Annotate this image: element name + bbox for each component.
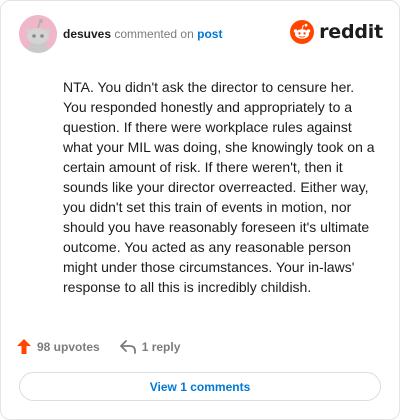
avatar[interactable] [19, 15, 57, 53]
username[interactable]: desuves [63, 27, 111, 41]
upvote-arrow-icon [17, 339, 31, 354]
snoo-avatar-icon [19, 15, 57, 53]
comment-body: NTA. You didn't ask the director to cens… [63, 79, 375, 295]
reply-count: 1 reply [141, 339, 181, 354]
brand-wordmark: reddit [319, 21, 383, 43]
upvote-button[interactable]: 98 upvotes [17, 339, 100, 354]
upvote-count: 98 upvotes [37, 339, 100, 354]
comment-header: desuves commented on post [63, 27, 222, 41]
comment-footer: 98 upvotes 1 reply [17, 339, 180, 354]
reply-button[interactable]: 1 reply [119, 339, 181, 354]
action-text: commented on [114, 27, 194, 41]
comment-card: desuves commented on post reddit NTA. Yo… [0, 0, 400, 420]
view-comments-button[interactable]: View 1 comments [19, 372, 381, 401]
reddit-logo-icon [290, 20, 315, 44]
reddit-brand[interactable]: reddit [290, 20, 383, 44]
post-link[interactable]: post [197, 27, 222, 41]
view-comments-label: View 1 comments [149, 379, 251, 394]
reply-arrow-icon [119, 339, 136, 354]
